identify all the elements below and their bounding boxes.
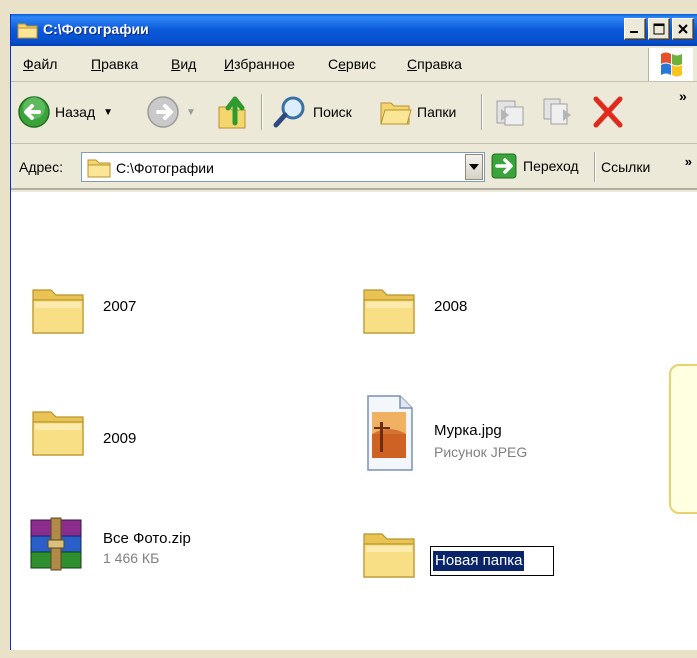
jpeg-file-icon bbox=[367, 395, 413, 471]
folder-icon bbox=[87, 159, 111, 178]
folder-new-folder[interactable]: Новая папка bbox=[360, 526, 580, 596]
file-list: 2007 2008 2009 Мурка.jpg Рисунок JPEG Вс… bbox=[11, 192, 697, 650]
up-folder-icon bbox=[218, 96, 246, 129]
address-dropdown-button[interactable] bbox=[465, 154, 483, 180]
maximize-icon bbox=[653, 23, 665, 35]
forward-arrow-icon bbox=[147, 96, 179, 128]
explorer-window: C:\Фотографии Файл Правка Вид Избранное … bbox=[10, 14, 697, 650]
callout-bubble bbox=[669, 364, 697, 514]
folder-2008[interactable]: 2008 bbox=[360, 282, 560, 352]
windows-flag-icon bbox=[661, 52, 682, 77]
folder-icon bbox=[32, 411, 84, 456]
address-bar: Адрес: C:\Фотографии Переход Ссылки » bbox=[11, 144, 697, 190]
menu-favorites[interactable]: Избранное bbox=[224, 56, 295, 72]
menu-bar: Файл Правка Вид Избранное Сервис Справка bbox=[11, 46, 697, 82]
forward-button[interactable]: ▼ bbox=[146, 95, 196, 129]
search-magnifier-icon bbox=[273, 96, 305, 128]
search-button[interactable]: Поиск bbox=[273, 95, 352, 129]
menu-edit[interactable]: Правка bbox=[91, 56, 138, 72]
minimize-button[interactable] bbox=[624, 18, 646, 40]
folders-button[interactable]: Папки bbox=[379, 95, 456, 129]
up-button[interactable] bbox=[215, 93, 249, 131]
file-murka-jpg[interactable]: Мурка.jpg Рисунок JPEG bbox=[360, 394, 580, 474]
folder-2007[interactable]: 2007 bbox=[29, 282, 229, 352]
winrar-archive-icon bbox=[30, 517, 82, 571]
links-separator bbox=[594, 152, 596, 182]
menu-file[interactable]: Файл bbox=[23, 56, 57, 72]
chevron-down-icon bbox=[469, 164, 479, 170]
folder-2009[interactable]: 2009 bbox=[29, 404, 229, 474]
move-to-button[interactable] bbox=[493, 95, 527, 129]
menu-view[interactable]: Вид bbox=[171, 56, 196, 72]
folder-icon bbox=[17, 23, 38, 39]
toolbar-separator bbox=[481, 94, 483, 130]
links-more-chevron[interactable]: » bbox=[685, 154, 692, 169]
address-label: Адрес: bbox=[19, 159, 63, 175]
copy-to-icon bbox=[543, 98, 571, 125]
delete-button[interactable] bbox=[591, 95, 625, 129]
folder-icon bbox=[363, 533, 415, 578]
rename-input[interactable]: Новая папка bbox=[430, 546, 554, 576]
minimize-icon bbox=[630, 31, 638, 33]
toolbar-separator bbox=[261, 94, 263, 130]
file-vse-foto-zip[interactable]: Все Фото.zip 1 466 КБ bbox=[25, 514, 245, 584]
go-button[interactable]: Переход bbox=[491, 153, 579, 179]
window-title: C:\Фотографии bbox=[43, 21, 149, 37]
forward-dropdown-icon[interactable]: ▼ bbox=[186, 107, 196, 118]
address-value: C:\Фотографии bbox=[116, 160, 214, 176]
maximize-button[interactable] bbox=[648, 18, 670, 40]
standard-toolbar: Назад ▼ ▼ Поиск Папки » bbox=[11, 82, 697, 144]
menu-help[interactable]: Справка bbox=[407, 56, 462, 72]
address-input[interactable]: C:\Фотографии bbox=[81, 152, 485, 182]
title-bar[interactable]: C:\Фотографии bbox=[11, 14, 697, 46]
go-arrow-icon bbox=[491, 153, 517, 179]
windows-logo bbox=[648, 48, 693, 81]
menu-tools[interactable]: Сервис bbox=[328, 56, 376, 72]
back-button[interactable]: Назад ▼ bbox=[17, 95, 113, 129]
folder-icon bbox=[32, 289, 84, 334]
toolbar-more-chevron[interactable]: » bbox=[679, 88, 687, 104]
back-dropdown-icon[interactable]: ▼ bbox=[103, 107, 113, 118]
copy-to-button[interactable] bbox=[541, 95, 575, 129]
close-button[interactable] bbox=[672, 18, 694, 40]
close-icon bbox=[678, 24, 688, 34]
delete-icon bbox=[593, 96, 623, 128]
folder-icon bbox=[363, 289, 415, 334]
links-button[interactable]: Ссылки bbox=[601, 159, 650, 175]
folders-icon bbox=[380, 102, 412, 125]
rename-selected-text: Новая папка bbox=[433, 551, 525, 571]
move-to-icon bbox=[496, 100, 524, 126]
back-arrow-icon bbox=[18, 96, 50, 128]
